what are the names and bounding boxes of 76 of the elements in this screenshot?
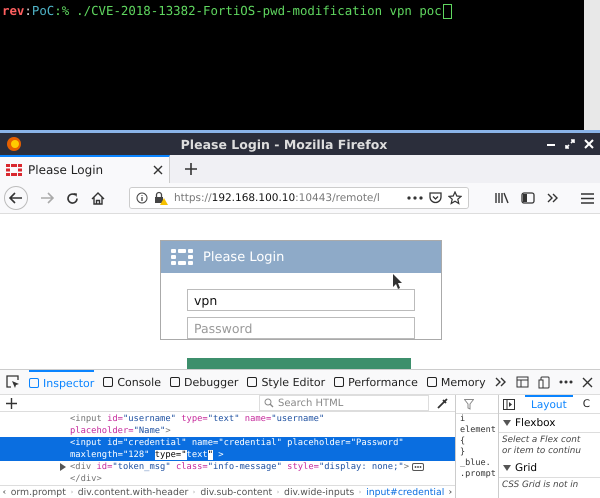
rule-text: i <box>459 414 466 425</box>
breadcrumb-item[interactable]: orm.prompt <box>10 486 66 498</box>
section-header[interactable]: Flexbox <box>499 414 600 433</box>
sidebar-tab[interactable]: Layout <box>525 395 573 413</box>
grid-logo-icon <box>6 164 22 176</box>
markup-line[interactable]: <input id="username" type="text" name="username" <box>70 414 324 424</box>
more-icon[interactable] <box>558 380 573 384</box>
devtools-tab[interactable]: Console <box>103 370 161 394</box>
responsive-icon[interactable] <box>538 376 550 388</box>
collapse-arrow-icon <box>503 420 511 426</box>
chevrons-icon[interactable] <box>547 193 559 203</box>
card-title: Please Login <box>203 250 284 264</box>
breadcrumb-item[interactable]: div.wide-inputs <box>284 486 354 498</box>
password-field[interactable]: Password <box>187 317 415 339</box>
address-bar[interactable]: https://192.168.100.10:10443/remote/l <box>129 187 469 209</box>
chevron-right-icon <box>359 488 362 496</box>
ellipsis-badge-icon[interactable] <box>412 463 424 471</box>
chevron-right-icon <box>277 488 280 496</box>
pocket-icon[interactable] <box>429 192 442 204</box>
breadcrumb-item[interactable]: input#credential <box>366 486 444 498</box>
chevron-right-icon <box>70 488 73 496</box>
menu-icon[interactable] <box>581 192 594 204</box>
filter-icon[interactable] <box>464 398 474 410</box>
sidebar-tab[interactable]: C <box>582 395 590 413</box>
scrollbar[interactable] <box>584 0 600 130</box>
rule-text: _blue. <box>459 458 492 469</box>
rule-text: { <box>459 436 466 447</box>
restore-icon[interactable] <box>565 139 575 149</box>
library-icon[interactable] <box>495 192 509 204</box>
rule-text: element <box>459 425 497 436</box>
star-icon[interactable] <box>448 191 462 205</box>
sidebar-icon[interactable] <box>521 192 535 204</box>
breadcrumb-item[interactable]: div.sub-content <box>200 486 272 498</box>
back-button[interactable] <box>4 186 28 210</box>
sidebar-toggle-icon[interactable] <box>503 398 515 410</box>
close-icon[interactable] <box>153 165 163 175</box>
close-icon[interactable] <box>582 376 593 388</box>
markup-line[interactable]: </div> <box>70 474 102 484</box>
terminal-command-line: rev:PoC:% ./CVE-2018-13382-FortiOS-pwd-modification vpn poc <box>0 0 452 19</box>
chevrons-icon[interactable] <box>494 377 507 387</box>
eyedropper-icon[interactable] <box>437 397 449 409</box>
lock-warning-icon[interactable] <box>154 191 168 205</box>
rule-text: .prompt <box>459 469 497 480</box>
rule-text: } <box>459 447 466 458</box>
expand-arrow-icon[interactable] <box>60 463 66 471</box>
devtools-tab[interactable]: Performance <box>334 370 418 394</box>
more-icon[interactable] <box>407 196 423 200</box>
add-icon[interactable] <box>6 398 17 408</box>
info-icon[interactable] <box>136 192 148 204</box>
url-text: https://192.168.100.10:10443/remote/l <box>174 192 381 204</box>
devtools-tab[interactable]: Style Editor <box>247 370 326 394</box>
collapse-arrow-icon <box>503 464 511 471</box>
section-header[interactable]: Grid <box>499 458 600 478</box>
back-arrow-icon <box>9 192 23 204</box>
markup-line[interactable]: placeholder="Name"> <box>70 426 171 436</box>
layout-icon[interactable] <box>516 376 529 388</box>
element-picker-icon[interactable] <box>6 375 20 389</box>
section-message: Select a Flex cont <box>502 435 580 446</box>
browser-tab[interactable]: Please Login <box>0 155 170 183</box>
mouse-pointer-icon <box>393 274 403 289</box>
grid-logo-icon <box>171 249 193 265</box>
window-title: Please Login - Mozilla Firefox <box>180 136 388 152</box>
devtools-tab[interactable]: Memory <box>426 370 486 394</box>
reload-icon[interactable] <box>66 192 79 204</box>
search-icon <box>264 398 274 408</box>
markup-line[interactable]: <div id="token_msg" class="info-message" style="display: none;"> <box>70 462 409 472</box>
chevron-right-icon <box>193 488 196 496</box>
search-field[interactable]: Search HTML <box>259 395 429 411</box>
section-message: CSS Grid is not in <box>502 480 578 491</box>
section-message: or item to continu <box>502 446 581 457</box>
browser-logo-icon <box>6 136 22 152</box>
breadcrumb-item[interactable]: div.content.with-header <box>78 486 188 498</box>
devtools-tab[interactable]: Debugger <box>170 370 238 394</box>
username-field[interactable]: vpn <box>187 289 415 311</box>
home-icon[interactable] <box>91 192 105 204</box>
new-tab-icon[interactable] <box>184 162 198 176</box>
